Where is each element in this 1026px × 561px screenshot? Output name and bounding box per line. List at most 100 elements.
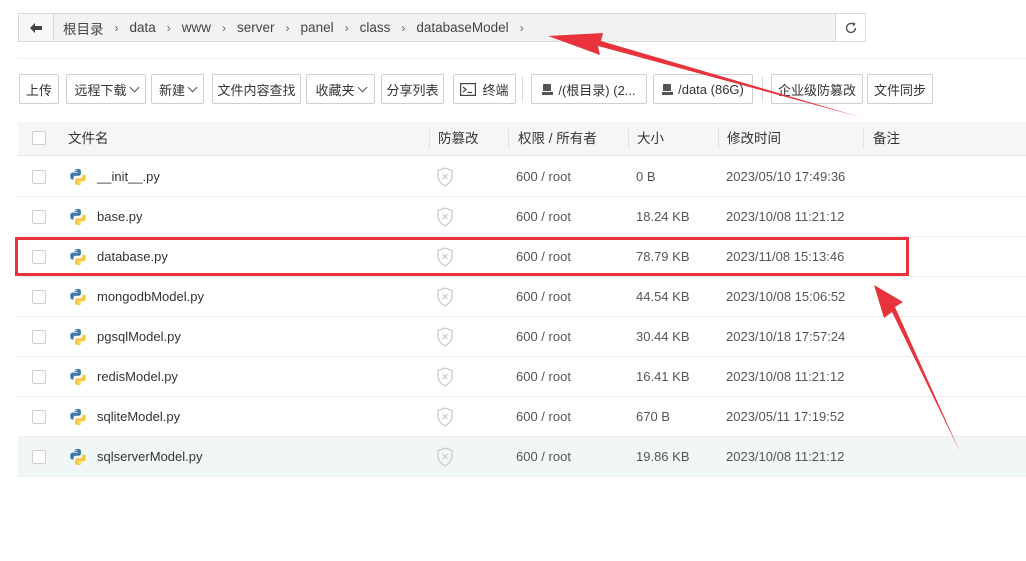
file-name[interactable]: mongodbModel.py [97,277,204,317]
file-modified-time: 2023/10/08 11:21:12 [726,449,845,464]
row-checkbox[interactable] [32,170,46,184]
chevron-down-icon [187,82,198,92]
header-remark: 备注 [873,131,900,146]
file-size: 19.86 KB [636,449,690,464]
row-checkbox[interactable] [32,330,46,344]
remote-download-button[interactable]: 远程下载 [66,74,146,104]
file-permission[interactable]: 600 / root [516,317,571,357]
file-modified-time: 2023/05/11 17:19:52 [726,409,845,424]
breadcrumb-item[interactable]: data [130,20,156,35]
header-permission[interactable]: 权限 / 所有者 [518,122,597,155]
table-row[interactable]: sqliteModel.py 600 / root 670 B 2023/05/11 … [18,397,1026,437]
python-file-icon [69,288,87,306]
disk-icon [662,83,674,95]
select-all-checkbox[interactable] [32,131,46,145]
file-size: 18.24 KB [636,209,690,224]
disk-data-label: /data (86G) [678,81,744,97]
chevron-down-icon [357,82,367,92]
shield-icon[interactable] [436,407,454,427]
breadcrumb: 根目录 › data › www › server › panel › class › database… [18,13,866,42]
column-divider [863,129,864,149]
file-name[interactable]: base.py [97,197,143,237]
upload-button[interactable]: 上传 [19,74,59,104]
upload-label: 上传 [25,82,52,98]
disk-root-label: /(根目录) (2... [558,82,636,98]
new-button[interactable]: 新建 [151,74,204,104]
file-name[interactable]: sqlserverModel.py [97,437,203,477]
breadcrumb-item[interactable]: class [360,20,391,35]
python-file-icon [69,168,87,186]
shield-icon[interactable] [436,447,454,467]
share-list-label: 分享列表 [386,82,439,98]
new-label: 新建 [158,82,185,98]
breadcrumb-item[interactable]: 根目录 [63,18,104,38]
disk-icon [542,83,554,95]
back-button[interactable] [19,14,54,41]
header-modified-time[interactable]: 修改时间 [727,122,781,155]
file-size: 670 B [636,409,670,424]
share-list-button[interactable]: 分享列表 [381,74,444,104]
table-row[interactable]: sqlserverModel.py 600 / root 19.86 KB 2023/… [18,437,1026,477]
table-row[interactable]: base.py 600 / root 18.24 KB 2023/10/08 11:2… [18,197,1026,237]
shield-icon[interactable] [436,367,454,387]
table-row[interactable]: __init__.py 600 / root 0 B 2023/05/10 17:49… [18,157,1026,197]
arrow-left-icon [30,22,42,33]
content-search-label: 文件内容查找 [217,82,296,98]
content-search-button[interactable]: 文件内容查找 [212,74,301,104]
row-checkbox[interactable] [32,290,46,304]
shield-icon[interactable] [436,167,454,187]
disk-root-button[interactable]: /(根目录) (2... [531,74,647,104]
file-permission[interactable]: 600 / root [516,397,571,437]
header-tamper: 防篡改 [438,131,479,146]
breadcrumb-item[interactable]: server [237,20,275,35]
column-divider [628,129,629,149]
file-sync-label: 文件同步 [873,82,926,98]
refresh-button[interactable] [835,14,865,41]
disk-data-button[interactable]: /data (86G) [653,74,753,104]
file-modified-time: 2023/10/08 15:06:52 [726,289,846,304]
chevron-right-icon: › [222,20,227,35]
file-size: 16.41 KB [636,369,690,384]
file-modified-time: 2023/10/18 17:57:24 [726,329,846,344]
file-permission[interactable]: 600 / root [516,197,571,237]
shield-icon[interactable] [436,287,454,307]
shield-icon[interactable] [436,207,454,227]
chevron-right-icon: › [285,20,290,35]
tamper-proof-button[interactable]: 企业级防篡改 [771,74,863,104]
row-checkbox[interactable] [32,450,46,464]
tamper-proof-label: 企业级防篡改 [777,82,856,98]
breadcrumb-path: 根目录 › data › www › server › panel › class › database… [54,14,835,41]
row-checkbox[interactable] [32,410,46,424]
breadcrumb-item[interactable]: panel [301,20,334,35]
breadcrumb-item[interactable]: databaseModel [416,20,508,35]
file-table-header: 文件名 防篡改 权限 / 所有者 大小 修改时间 备注 [18,122,1026,156]
column-divider [508,129,509,149]
file-name[interactable]: redisModel.py [97,357,178,397]
header-size[interactable]: 大小 [637,122,664,155]
python-file-icon [69,408,87,426]
favorites-button[interactable]: 收藏夹 [306,74,375,104]
shield-icon[interactable] [436,327,454,347]
row-checkbox[interactable] [32,370,46,384]
file-permission[interactable]: 600 / root [516,157,571,197]
row-checkbox[interactable] [32,210,46,224]
header-name[interactable]: 文件名 [68,122,109,155]
file-permission[interactable]: 600 / root [516,277,571,317]
file-size: 30.44 KB [636,329,690,344]
file-name[interactable]: sqliteModel.py [97,397,180,437]
annotation-highlight-box [15,237,909,276]
file-permission[interactable]: 600 / root [516,357,571,397]
file-modified-time: 2023/10/08 11:21:12 [726,369,845,384]
chevron-right-icon[interactable]: › [514,21,530,35]
table-row[interactable]: pgsqlModel.py 600 / root 30.44 KB 2023/10/1… [18,317,1026,357]
terminal-button[interactable]: 终端 [453,74,516,104]
file-permission[interactable]: 600 / root [516,437,571,477]
file-name[interactable]: pgsqlModel.py [97,317,181,357]
breadcrumb-item[interactable]: www [182,20,211,35]
file-size: 0 B [636,169,656,184]
terminal-label: 终端 [482,82,509,98]
file-name[interactable]: __init__.py [97,157,160,197]
table-row[interactable]: mongodbModel.py 600 / root 44.54 KB 2023/10… [18,277,1026,317]
file-sync-button[interactable]: 文件同步 [867,74,933,104]
table-row[interactable]: redisModel.py 600 / root 16.41 KB 2023/10/0… [18,357,1026,397]
